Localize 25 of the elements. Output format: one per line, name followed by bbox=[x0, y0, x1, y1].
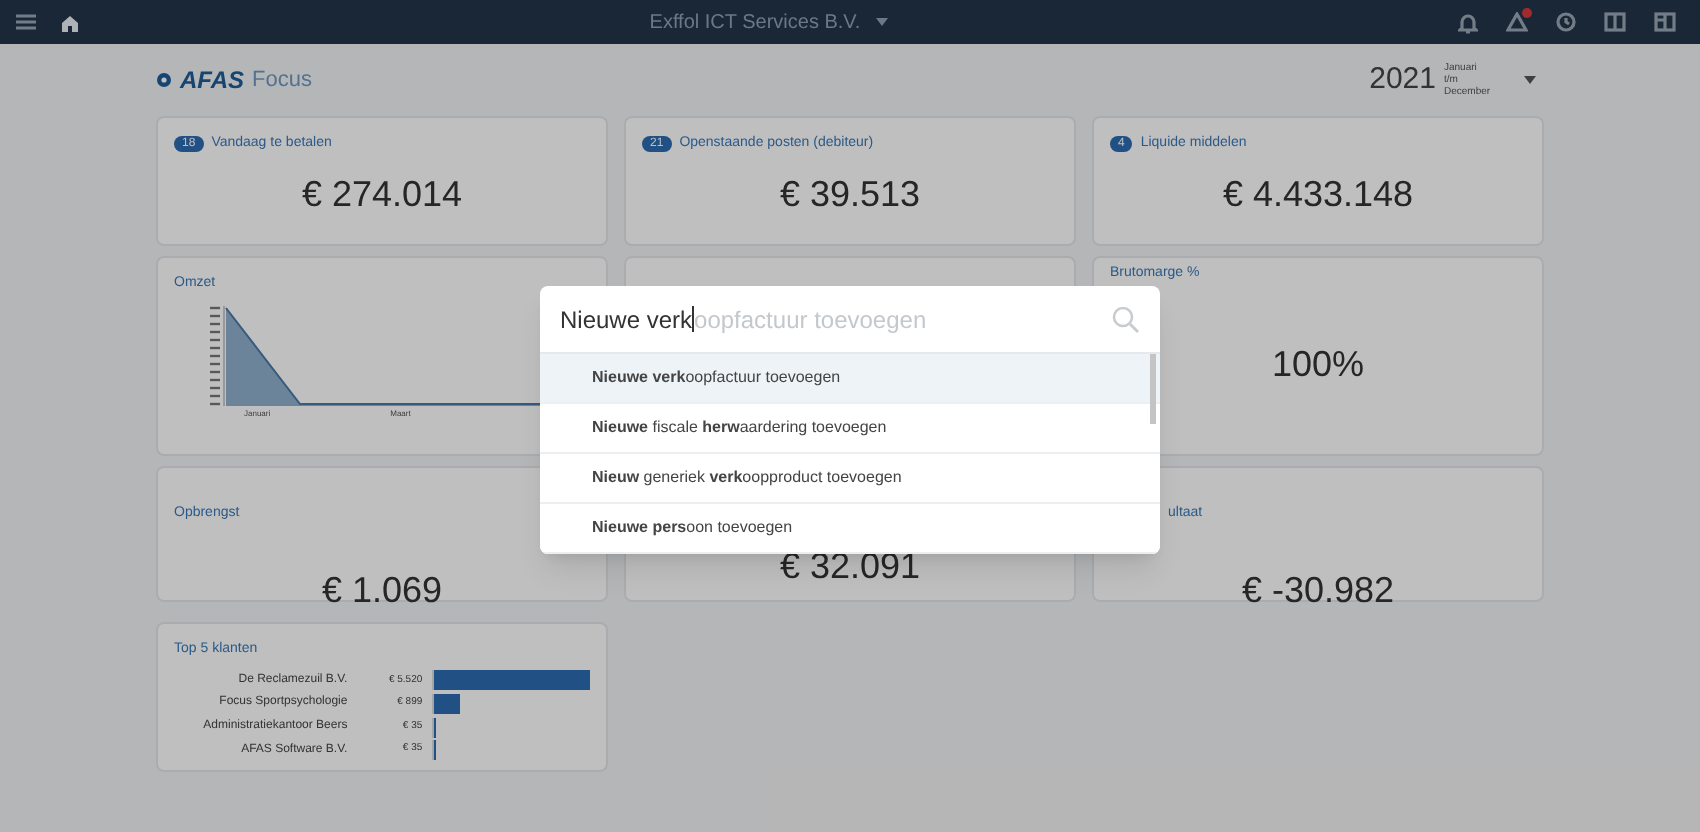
search-result[interactable]: Nieuwe fiscale herwaardering toevoegen bbox=[540, 404, 1160, 454]
caret-icon[interactable] bbox=[1524, 76, 1536, 84]
search-field[interactable]: Nieuwe verkoopfactuur toevoegen bbox=[560, 301, 1112, 337]
search-result[interactable]: Nieuw generiek verkoopproduct toevoegen bbox=[540, 454, 1160, 504]
kpi-value: 100% bbox=[1271, 342, 1365, 389]
kpi-value: € 4.433.148 bbox=[1222, 172, 1414, 219]
book-icon[interactable] bbox=[1604, 12, 1626, 32]
product-name: Focus bbox=[252, 65, 312, 96]
clock-icon[interactable] bbox=[1556, 12, 1576, 32]
logo-text: AFAS bbox=[180, 64, 245, 98]
search-result[interactable]: Nieuwe persoon toevoegen bbox=[540, 504, 1160, 554]
menu-icon[interactable] bbox=[16, 14, 36, 30]
scrollbar[interactable] bbox=[1150, 354, 1156, 424]
kpi-value: € 1.069 bbox=[321, 568, 443, 614]
bell-icon[interactable] bbox=[1458, 11, 1478, 33]
search-result[interactable]: Nieuwe verkoopfactuur toevoegen bbox=[540, 354, 1160, 404]
warning-icon[interactable] bbox=[1506, 12, 1528, 32]
home-icon[interactable] bbox=[60, 13, 80, 31]
logo-icon bbox=[156, 72, 172, 88]
kpi-value: € 39.513 bbox=[779, 172, 921, 219]
kpi-value: € 274.014 bbox=[301, 172, 463, 219]
autocomplete-suggestion: oopfactuur toevoegen bbox=[694, 303, 927, 337]
panel-icon[interactable] bbox=[1654, 12, 1676, 32]
kpi-value: € -30.982 bbox=[1241, 568, 1395, 614]
caret-icon[interactable] bbox=[876, 18, 889, 26]
